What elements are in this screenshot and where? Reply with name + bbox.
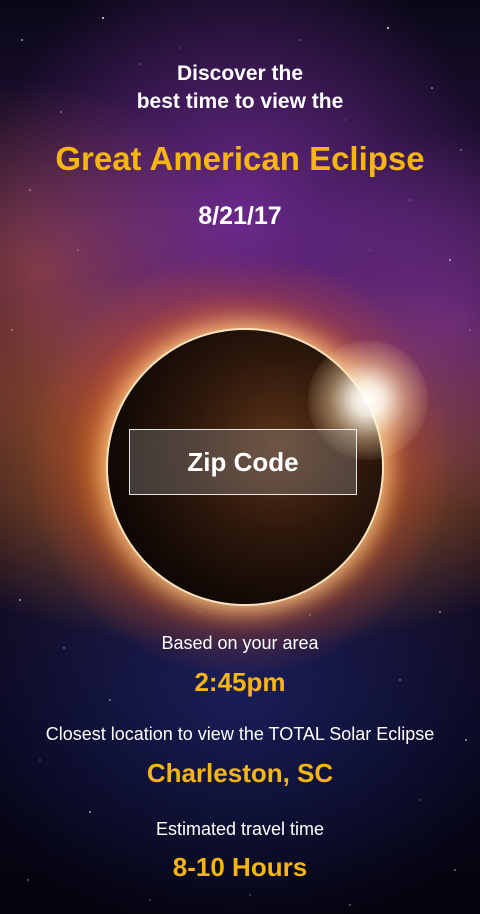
travel-time-value: 8-10 Hours: [172, 852, 308, 882]
location-label: Closest location to view the TOTAL Solar…: [45, 724, 435, 744]
eclipse-ad-page: Discover the best time to view the Great…: [0, 0, 480, 914]
eclipse-date: 8/21/17: [198, 202, 282, 230]
headline-line-2: best time to view the: [136, 90, 344, 113]
location-value: Charleston, SC: [146, 758, 334, 788]
zip-code-input[interactable]: [129, 429, 357, 495]
time-value: 2:45pm: [194, 667, 286, 697]
time-label: Based on your area: [161, 633, 319, 653]
page-title: Great American Eclipse: [55, 140, 425, 177]
travel-time-label: Estimated travel time: [155, 819, 325, 839]
headline-line-1: Discover the: [176, 62, 304, 85]
